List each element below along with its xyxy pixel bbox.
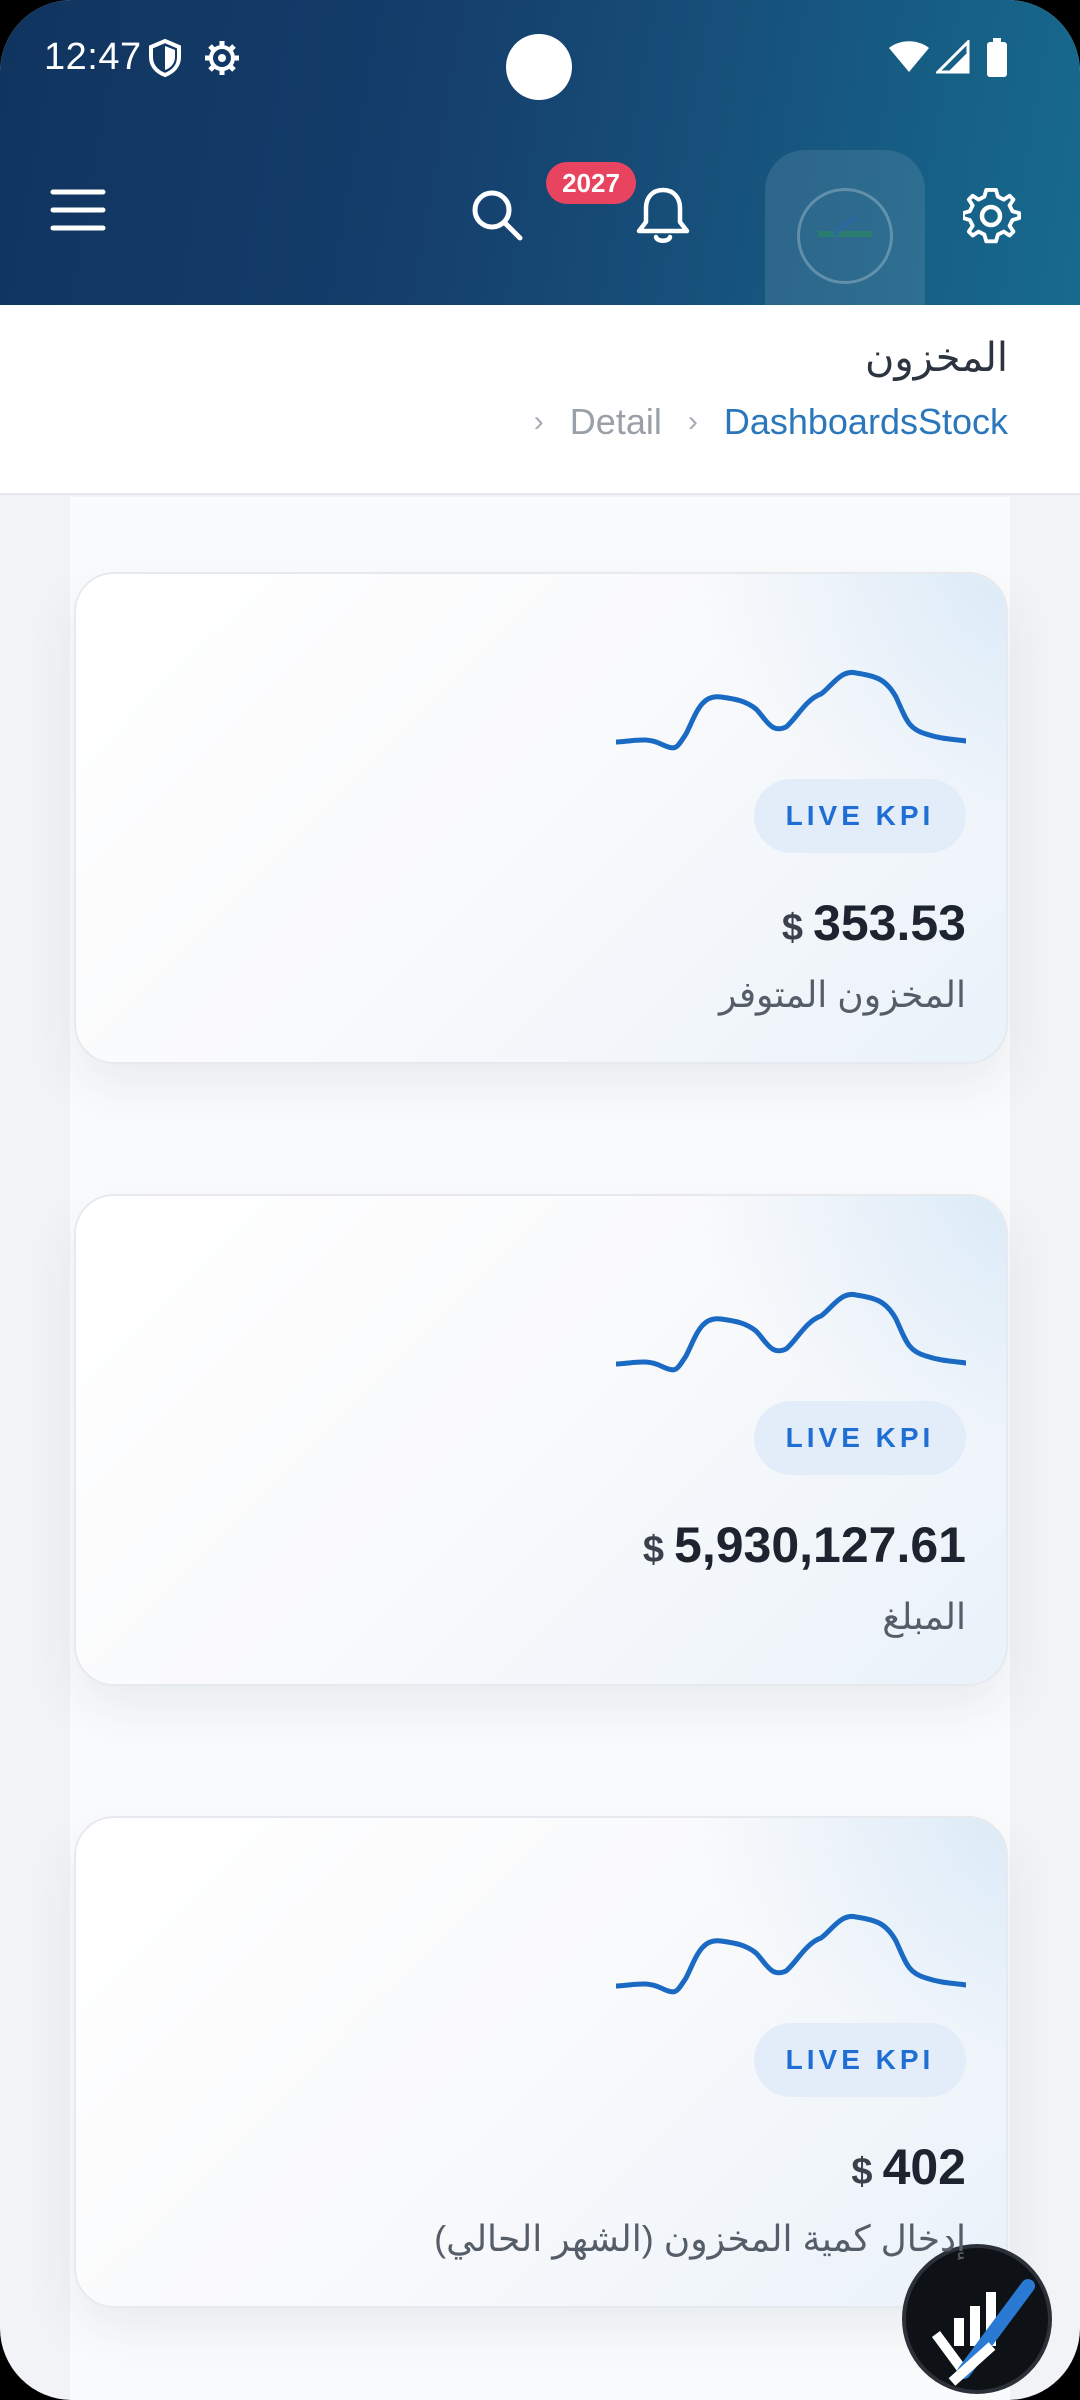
breadcrumb-item-detail: Detail: [569, 401, 662, 442]
kpi-card[interactable]: LIVE KPI $ 402 إدخال كمية المخزون (الشهر…: [74, 1816, 1008, 2308]
app-header: 12:47 2027: [0, 0, 1080, 305]
camera-cutout: [506, 34, 572, 100]
floating-app-button[interactable]: [902, 2244, 1052, 2394]
page-title: المخزون: [864, 336, 1008, 380]
signal-icon: [934, 38, 970, 79]
profile-button[interactable]: [765, 150, 925, 305]
bell-icon: [636, 187, 690, 243]
chevron-right-icon: ›: [687, 405, 698, 438]
live-kpi-badge: LIVE KPI: [754, 2023, 966, 2097]
sparkline-chart: [616, 1291, 966, 1373]
breadcrumb-item-dashboards-stock[interactable]: DashboardsStock: [724, 401, 1008, 443]
notification-count-badge: 2027: [546, 162, 636, 204]
shield-icon: [148, 38, 182, 83]
currency-symbol: $: [642, 1529, 665, 1571]
kpi-label: المبلغ: [882, 1596, 966, 1637]
currency-symbol: $: [781, 907, 804, 949]
menu-icon: [50, 189, 106, 231]
kpi-card[interactable]: LIVE KPI $ 5,930,127.61 المبلغ: [74, 1194, 1008, 1686]
chevron-right-icon: ›: [533, 405, 544, 438]
gear-icon: [963, 187, 1021, 244]
avatar: [797, 188, 893, 284]
kpi-value: $ 5,930,127.61: [643, 1516, 966, 1574]
status-time: 12:47: [44, 36, 142, 78]
menu-button[interactable]: [42, 180, 114, 240]
app-logo-icon: [931, 2279, 1035, 2386]
live-kpi-badge: LIVE KPI: [754, 1401, 966, 1475]
settings-status-icon: [202, 38, 242, 83]
kpi-value: $ 353.53: [782, 894, 966, 952]
breadcrumb: › Detail › DashboardsStock: [534, 401, 1008, 443]
sparkline-chart: [616, 669, 966, 751]
kpi-amount: 402: [882, 2139, 966, 2195]
live-kpi-badge: LIVE KPI: [754, 779, 966, 853]
kpi-card[interactable]: LIVE KPI $ 353.53 المخزون المتوفر: [74, 572, 1008, 1064]
status-bar: 12:47: [0, 0, 1080, 120]
search-button[interactable]: [464, 182, 530, 248]
search-icon: [472, 190, 523, 241]
sparkline-chart: [616, 1913, 966, 1995]
settings-button[interactable]: [956, 180, 1028, 252]
wifi-icon: [888, 40, 930, 79]
currency-symbol: $: [851, 2151, 873, 2193]
kpi-label: المخزون المتوفر: [718, 974, 966, 1015]
page-header: المخزون › Detail › DashboardsStock: [0, 305, 1080, 495]
logo-icon: [818, 215, 872, 237]
kpi-amount: 5,930,127.61: [674, 1517, 966, 1573]
kpi-value: $ 402: [851, 2138, 966, 2196]
notifications-button[interactable]: [630, 180, 696, 250]
kpi-label: إدخال كمية المخزون (الشهر الحالي): [434, 2218, 966, 2259]
kpi-amount: 353.53: [813, 895, 966, 951]
phone-screen: 12:47 2027 المخزون › Detail › Dashboards…: [0, 0, 1080, 2400]
battery-icon: [986, 38, 1008, 83]
